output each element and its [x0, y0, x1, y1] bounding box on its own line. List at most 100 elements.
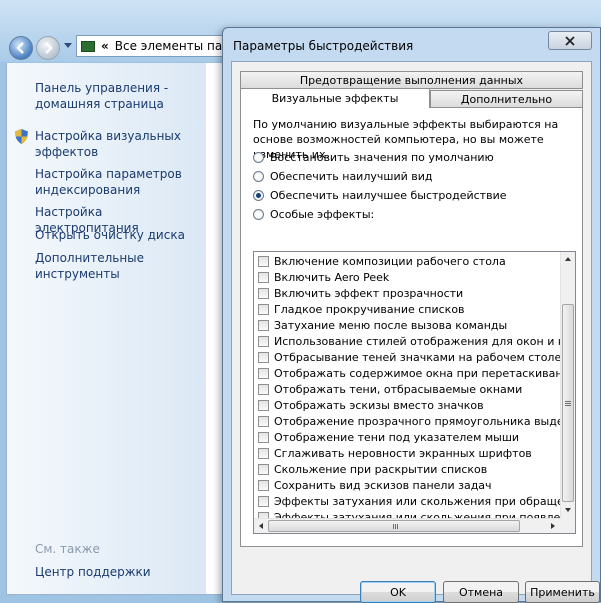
effect-item[interactable]: Включение композиции рабочего стола: [254, 253, 562, 269]
effect-checkbox[interactable]: [258, 351, 269, 363]
radio-default[interactable]: Восстановить значения по умолчанию: [253, 151, 494, 164]
effect-checkbox[interactable]: [258, 255, 269, 267]
scrollbar-corner: [560, 518, 575, 533]
sidebar-link-home[interactable]: Панель управления - домашняя страница: [35, 80, 205, 112]
effect-checkbox[interactable]: [258, 447, 269, 459]
grip-line: [565, 401, 571, 402]
breadcrumb-overflow[interactable]: «: [101, 39, 109, 53]
close-button[interactable]: [548, 31, 592, 50]
effect-label: Скольжение при раскрытии списков: [274, 462, 488, 476]
ok-button[interactable]: OK: [360, 581, 436, 603]
effect-label: Затухание меню после вызова команды: [274, 318, 508, 332]
arrow-right-icon: [45, 42, 53, 54]
radio-label: Обеспечить наилучшее быстродействие: [270, 189, 507, 202]
sidebar-link-advanced-tools[interactable]: Дополнительные инструменты: [35, 250, 205, 282]
radio-best-appearance[interactable]: Обеспечить наилучший вид: [253, 170, 432, 183]
effect-item[interactable]: Сглаживать неровности экранных шрифтов: [254, 445, 562, 461]
arrow-left-icon: [16, 42, 24, 54]
see-also-heading: См. также: [35, 542, 100, 556]
effect-label: Отбрасывание теней значками на рабочем с…: [274, 350, 562, 364]
effect-item[interactable]: Затухание меню после вызова команды: [254, 317, 562, 333]
breadcrumb-all-items[interactable]: Все элементы пане: [115, 39, 235, 53]
effect-label: Сохранить вид эскизов панели задач: [274, 478, 492, 492]
radio-label: Восстановить значения по умолчанию: [270, 151, 494, 164]
effect-checkbox[interactable]: [258, 479, 269, 491]
forward-button[interactable]: [36, 36, 60, 60]
horizontal-scroll-thumb[interactable]: [268, 520, 520, 532]
dialog-body: Предотвращение выполнения данных Визуаль…: [231, 61, 600, 603]
recent-pages-dropdown[interactable]: [64, 43, 72, 48]
effect-label: Отображение прозрачного прямоугольника в…: [274, 414, 562, 428]
effect-item[interactable]: Отображать эскизы вместо значков: [254, 397, 562, 413]
effect-item[interactable]: Включить Aero Peek: [254, 269, 562, 285]
effects-list[interactable]: Включение композиции рабочего стола Включ…: [253, 251, 576, 534]
effect-item[interactable]: Отображение тени под указателем мыши: [254, 429, 562, 445]
effect-label: Эффекты затухания или скольжения при обр…: [274, 494, 562, 508]
effect-item[interactable]: Отображать содержимое окна при перетаски…: [254, 365, 562, 381]
sidebar-link-disk-cleanup[interactable]: Открыть очистку диска: [35, 227, 205, 243]
effect-item[interactable]: Сохранить вид эскизов панели задач: [254, 477, 562, 493]
address-bar[interactable]: « Все элементы пане: [76, 35, 236, 57]
close-icon: [565, 35, 575, 46]
grip-line: [393, 524, 394, 529]
grip-line: [565, 405, 571, 406]
radio-indicator[interactable]: [253, 190, 264, 201]
effect-label: Отображать эскизы вместо значков: [274, 398, 484, 412]
effect-item[interactable]: Отбрасывание теней значками на рабочем с…: [254, 349, 562, 365]
apply-button[interactable]: Применить: [525, 581, 600, 603]
radio-label: Особые эффекты:: [270, 208, 375, 221]
effect-label: Отображать содержимое окна при перетаски…: [274, 366, 562, 380]
effect-item[interactable]: Включить эффект прозрачности: [254, 285, 562, 301]
effect-checkbox[interactable]: [258, 367, 269, 379]
effect-item[interactable]: Скольжение при раскрытии списков: [254, 461, 562, 477]
effect-checkbox[interactable]: [258, 383, 269, 395]
scroll-down-icon[interactable]: [565, 508, 571, 512]
effect-checkbox[interactable]: [258, 303, 269, 315]
effect-checkbox[interactable]: [258, 271, 269, 283]
back-button[interactable]: [9, 36, 33, 60]
dialog-title: Параметры быстродействия: [233, 39, 414, 53]
effect-checkbox[interactable]: [258, 399, 269, 411]
task-pane: Панель управления - домашняя страница На…: [6, 63, 206, 595]
vertical-scrollbar[interactable]: [560, 252, 575, 518]
effect-item[interactable]: Использование стилей отображения для око…: [254, 333, 562, 349]
effect-checkbox[interactable]: [258, 335, 269, 347]
cancel-button[interactable]: Отмена: [443, 581, 519, 603]
tab-advanced[interactable]: Дополнительно: [430, 90, 583, 108]
tab-data-execution-prevention[interactable]: Предотвращение выполнения данных: [240, 71, 583, 89]
radio-indicator[interactable]: [253, 152, 264, 163]
radio-indicator[interactable]: [253, 171, 264, 182]
grip-line: [565, 403, 571, 404]
scroll-right-icon[interactable]: [551, 523, 555, 529]
effect-label: Гладкое прокручивание списков: [274, 302, 465, 316]
vertical-scroll-thumb[interactable]: [562, 304, 574, 502]
scroll-up-icon[interactable]: [565, 257, 571, 261]
effect-item[interactable]: Гладкое прокручивание списков: [254, 301, 562, 317]
visual-effects-page: По умолчанию визуальные эффекты выбирают…: [240, 107, 583, 547]
sidebar-link-action-center[interactable]: Центр поддержки: [35, 564, 205, 580]
sidebar-link-indexing[interactable]: Настройка параметров индексирования: [35, 166, 205, 198]
effect-item[interactable]: Отображать тени, отбрасываемые окнами: [254, 381, 562, 397]
effect-item[interactable]: Эффекты затухания или скольжения при обр…: [254, 493, 562, 509]
horizontal-scrollbar[interactable]: [254, 518, 562, 533]
sidebar-link-visual-effects[interactable]: Настройка визуальных эффектов: [35, 128, 205, 160]
radio-best-performance[interactable]: Обеспечить наилучшее быстродействие: [253, 189, 506, 202]
effect-item[interactable]: Отображение прозрачного прямоугольника в…: [254, 413, 562, 429]
radio-indicator[interactable]: [253, 209, 264, 220]
shield-icon: [15, 129, 28, 144]
effect-checkbox[interactable]: [258, 287, 269, 299]
effect-checkbox[interactable]: [258, 415, 269, 427]
effect-label: Включить эффект прозрачности: [274, 286, 464, 300]
effect-checkbox[interactable]: [258, 431, 269, 443]
scroll-left-icon[interactable]: [259, 523, 263, 529]
effect-checkbox[interactable]: [258, 463, 269, 475]
grip-line: [395, 524, 396, 529]
effect-checkbox[interactable]: [258, 495, 269, 507]
grip-line: [397, 524, 398, 529]
radio-custom[interactable]: Особые эффекты:: [253, 208, 374, 221]
effect-checkbox[interactable]: [258, 319, 269, 331]
tab-visual-effects[interactable]: Визуальные эффекты: [240, 88, 430, 108]
performance-options-dialog: Параметры быстродействия Предотвращение …: [222, 27, 601, 603]
effects-list-rows: Включение композиции рабочего стола Включ…: [254, 253, 562, 525]
effect-label: Сглаживать неровности экранных шрифтов: [274, 446, 532, 460]
